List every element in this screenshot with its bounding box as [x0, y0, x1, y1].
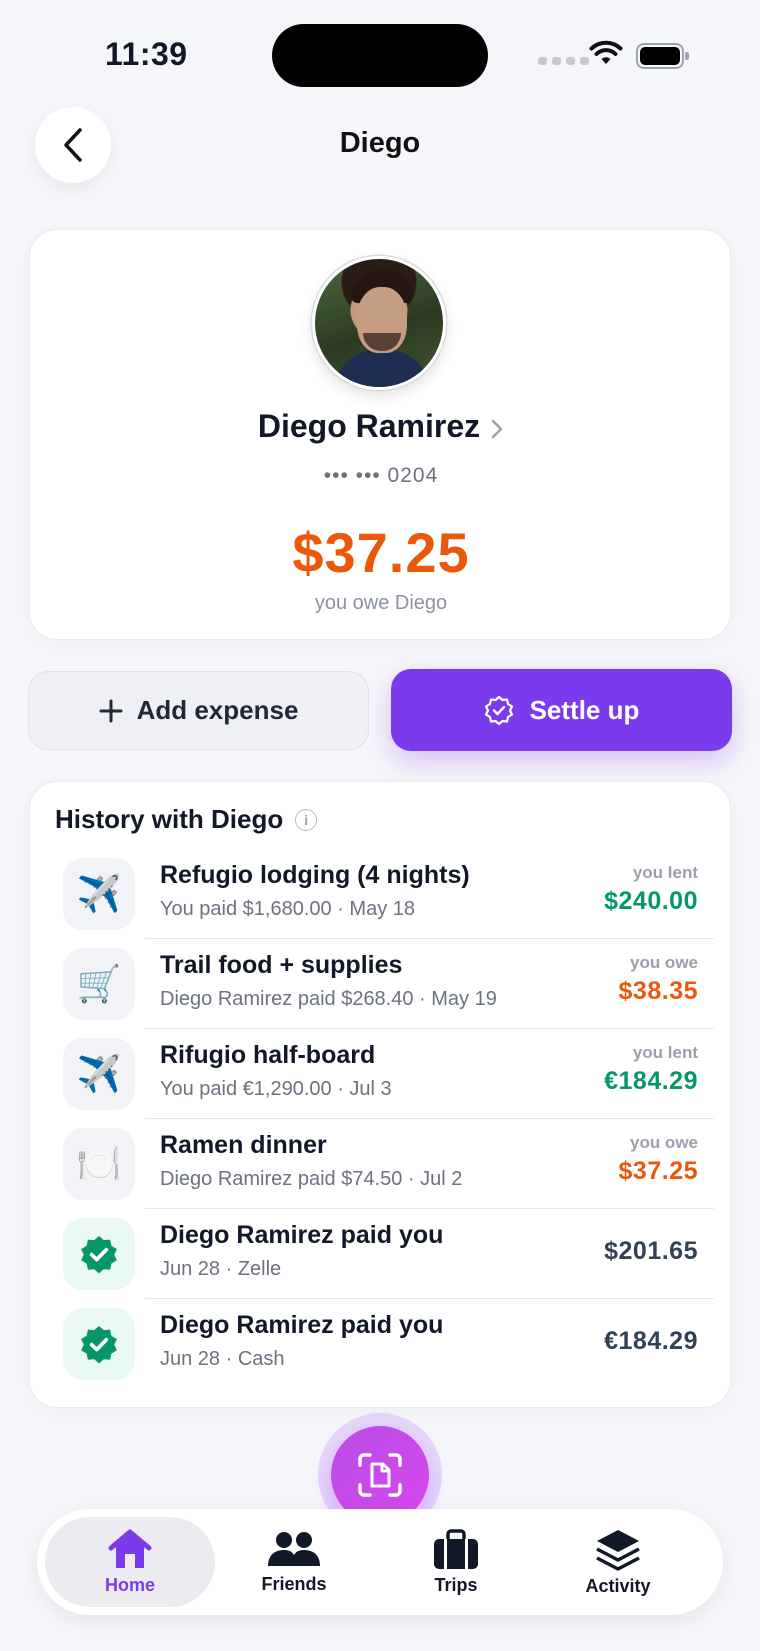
row-subtitle: You paid $1,680.00 · May 18 [160, 898, 416, 920]
history-card: History with Diego i ✈️ Refugio lodging … [29, 781, 731, 1408]
row-amount: $201.65 [604, 1237, 698, 1265]
history-row[interactable]: ✈️ Refugio lodging (4 nights) You paid $… [30, 849, 732, 939]
add-expense-button[interactable]: Add expense [28, 671, 369, 750]
verified-check-icon [63, 1308, 135, 1380]
row-title: Ramen dinner [160, 1131, 327, 1159]
history-row[interactable]: 🍽️ Ramen dinner Diego Ramirez paid $74.5… [30, 1119, 732, 1209]
row-amount: €184.29 [604, 1327, 698, 1355]
row-subtitle: Jun 28 · Zelle [160, 1258, 282, 1280]
settle-up-label: Settle up [529, 694, 640, 725]
friends-icon [268, 1531, 320, 1566]
wifi-icon [589, 40, 623, 64]
row-subtitle: Jun 28 · Cash [160, 1348, 285, 1370]
row-subtitle: Diego Ramirez paid $74.50 · Jul 2 [160, 1168, 463, 1190]
row-label: you owe [629, 953, 698, 972]
avatar[interactable] [312, 256, 446, 390]
row-title: Diego Ramirez paid you [160, 1311, 444, 1339]
plate-icon: 🍽️ [63, 1128, 135, 1200]
status-bar: 11:39 [0, 0, 760, 100]
history-row[interactable]: 🛒 Trail food + supplies Diego Ramirez pa… [30, 939, 732, 1029]
balance-amount: $37.25 [292, 521, 470, 584]
profile-card: Diego Ramirez ••• ••• 0204 $37.25 you ow… [29, 229, 731, 640]
history-row[interactable]: Diego Ramirez paid you Jun 28 · Cash €18… [30, 1299, 732, 1389]
tab-label: Activity [585, 1575, 651, 1596]
airplane-icon: ✈️ [63, 858, 135, 930]
row-label: you owe [629, 1133, 698, 1152]
row-subtitle: You paid €1,290.00 · Jul 3 [160, 1078, 392, 1100]
battery-icon [636, 43, 689, 69]
tab-friends[interactable]: Friends [209, 1517, 379, 1607]
row-label: you lent [632, 1043, 698, 1062]
verified-check-icon [63, 1218, 135, 1290]
tab-activity[interactable]: Activity [533, 1517, 703, 1607]
history-title: History with Diego [55, 804, 284, 834]
status-time: 11:39 [105, 36, 188, 72]
row-amount: €184.29 [604, 1067, 698, 1095]
plus-icon [99, 699, 123, 722]
dynamic-island [272, 24, 488, 87]
row-title: Refugio lodging (4 nights) [160, 861, 470, 889]
chevron-right-icon [491, 419, 503, 438]
verified-badge-icon [484, 695, 513, 725]
row-amount: $38.35 [618, 977, 698, 1005]
signal-icon [538, 57, 589, 65]
history-header: History with Diego i [55, 804, 318, 835]
airplane-icon: ✈️ [63, 1038, 135, 1110]
add-expense-label: Add expense [136, 695, 299, 725]
profile-name: Diego Ramirez [257, 408, 481, 444]
briefcase-icon [434, 1528, 478, 1569]
row-title: Trail food + supplies [160, 951, 403, 979]
layers-icon [596, 1529, 640, 1571]
balance-caption: you owe Diego [314, 592, 448, 614]
row-title: Diego Ramirez paid you [160, 1221, 444, 1249]
page-title: Diego [339, 127, 421, 159]
tab-home[interactable]: Home [45, 1517, 215, 1607]
tab-trips[interactable]: Trips [371, 1517, 541, 1607]
tab-label: Friends [261, 1573, 327, 1594]
home-icon [108, 1529, 152, 1568]
profile-name-link[interactable]: Diego Ramirez [30, 408, 732, 445]
cart-icon: 🛒 [63, 948, 135, 1020]
tab-bar: Home Friends Trips Activity [37, 1509, 723, 1615]
info-icon[interactable]: i [295, 808, 318, 831]
scan-document-icon [358, 1453, 402, 1497]
row-amount: $240.00 [604, 887, 698, 915]
history-row[interactable]: ✈️ Rifugio half-board You paid €1,290.00… [30, 1029, 732, 1119]
row-label: you lent [632, 863, 698, 882]
account-number: ••• ••• 0204 [323, 464, 439, 487]
tab-label: Trips [434, 1574, 478, 1595]
row-subtitle: Diego Ramirez paid $268.40 · May 19 [160, 988, 497, 1010]
tab-label: Home [104, 1574, 155, 1595]
row-amount: $37.25 [618, 1157, 698, 1185]
settle-up-button[interactable]: Settle up [391, 669, 732, 751]
row-title: Rifugio half-board [160, 1041, 376, 1069]
history-row[interactable]: Diego Ramirez paid you Jun 28 · Zelle $2… [30, 1209, 732, 1299]
